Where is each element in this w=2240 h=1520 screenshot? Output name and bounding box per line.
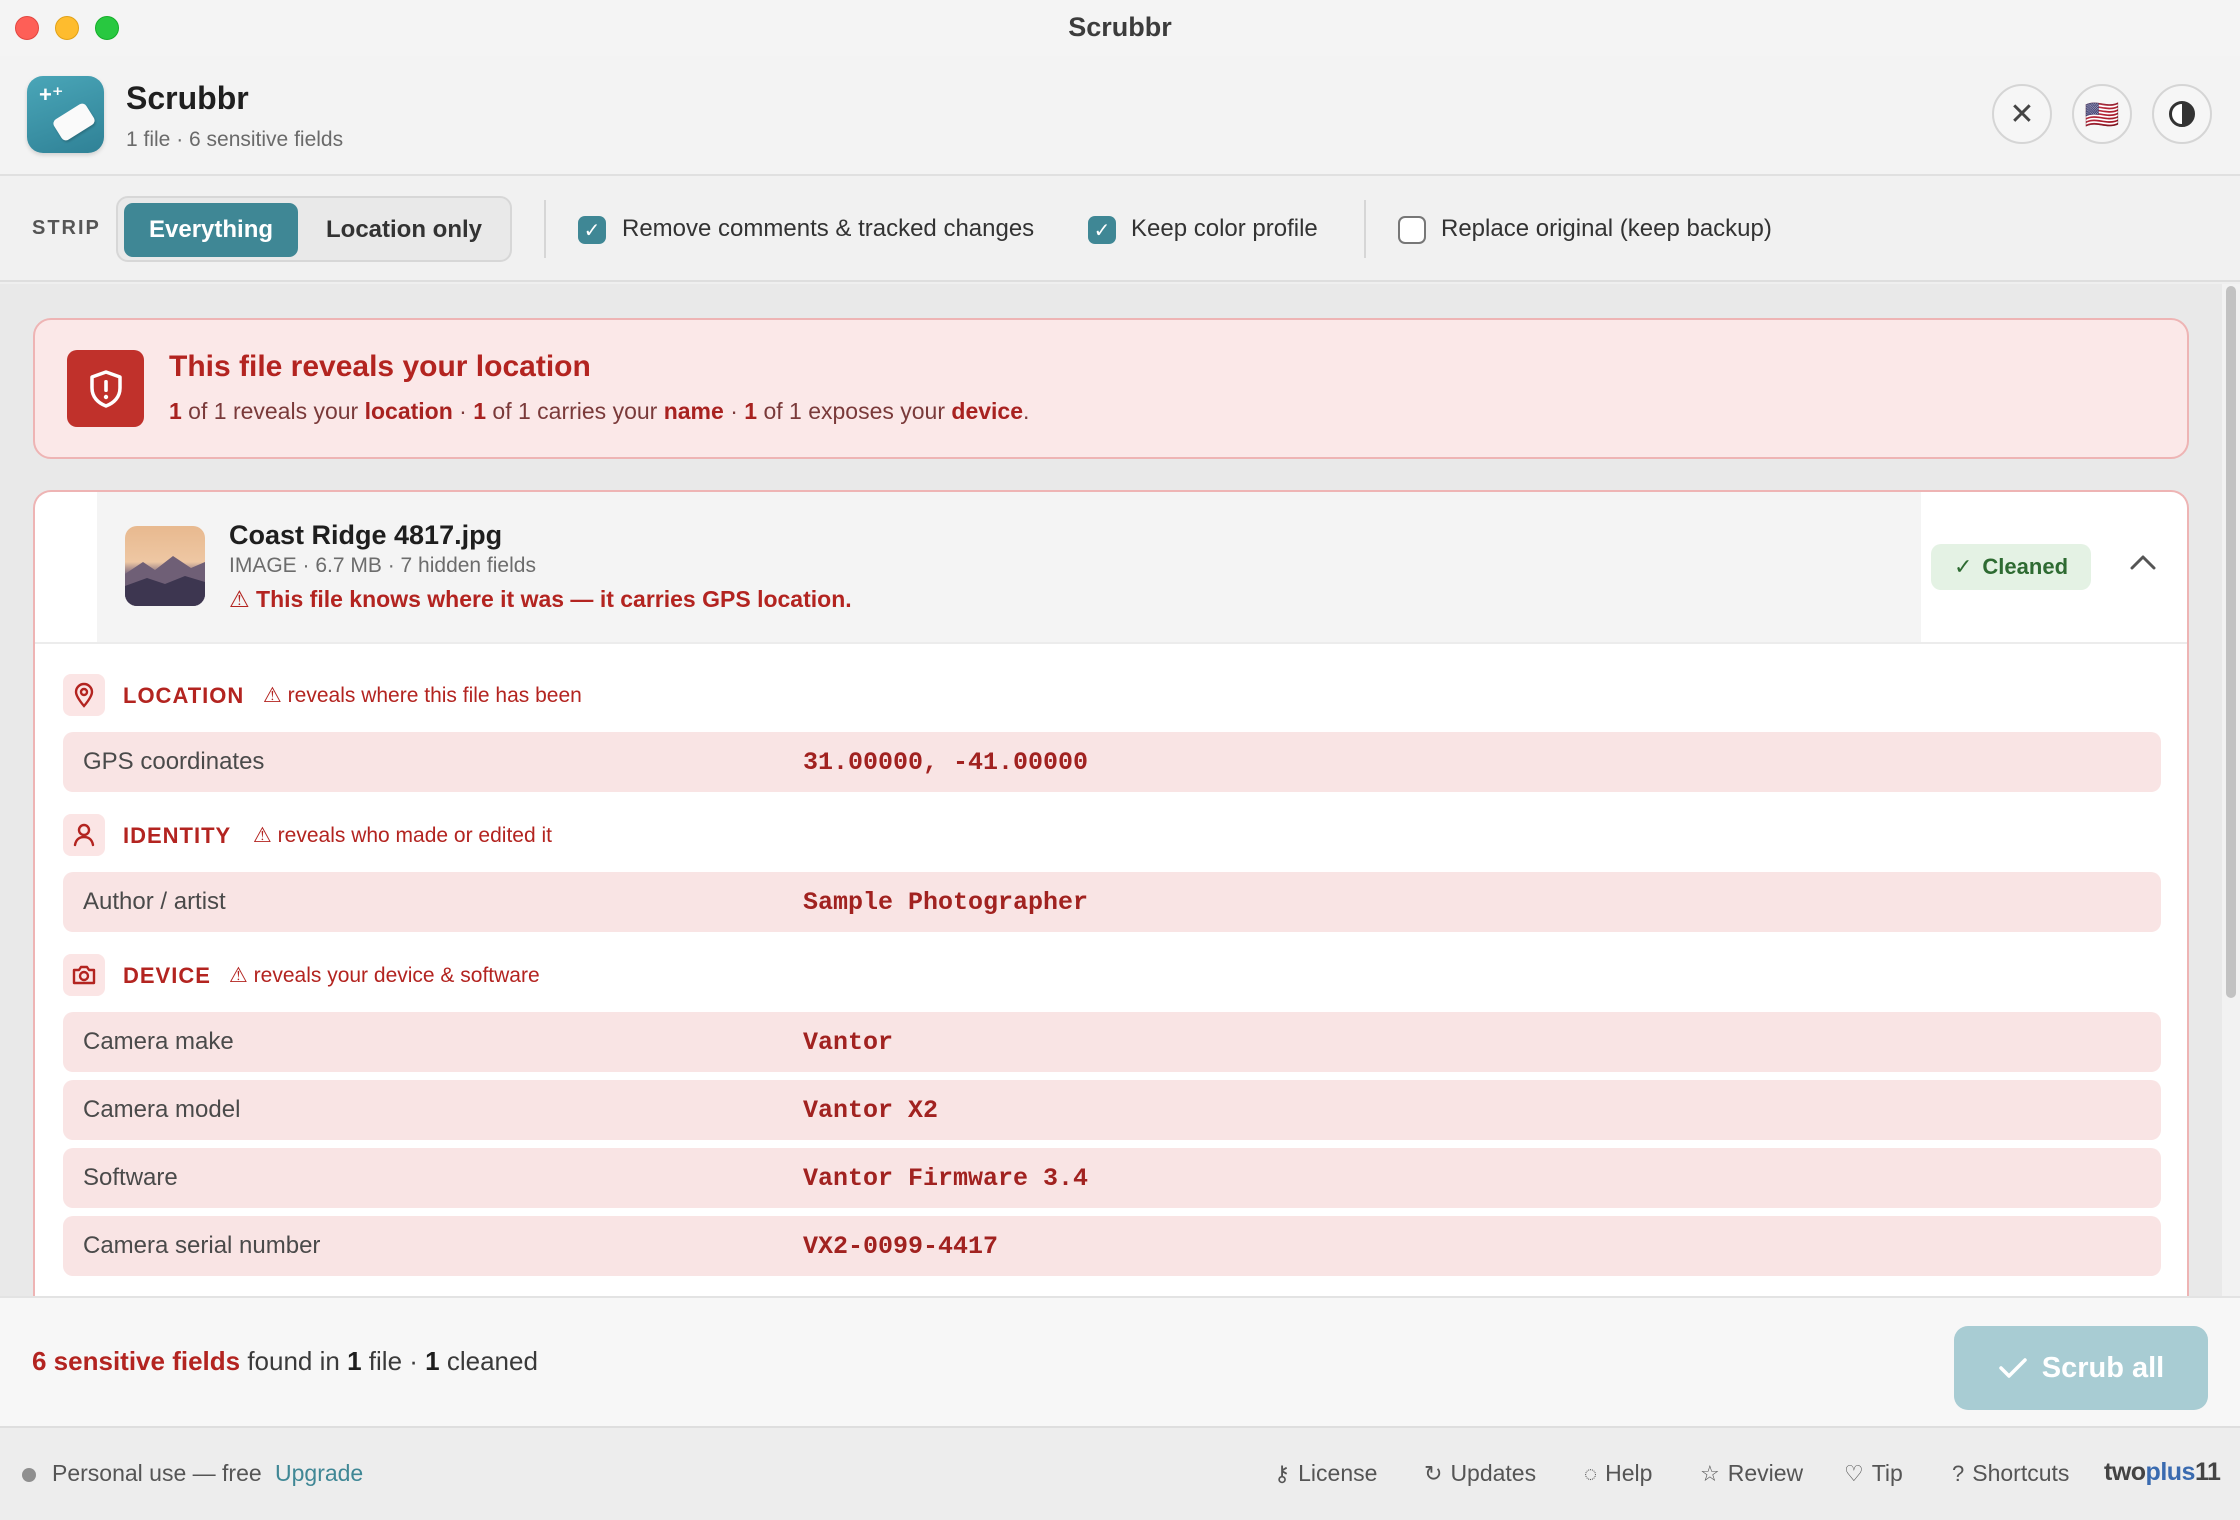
brand-logo[interactable]: twoplus11: [2104, 1458, 2221, 1487]
strip-label: STRIP: [32, 217, 101, 239]
chat-icon: ◌: [1584, 1461, 1598, 1486]
location-pin-icon: [63, 674, 105, 716]
remove-comments-label[interactable]: Remove comments & tracked changes: [622, 215, 1034, 243]
field-row: Camera model Vantor X2: [63, 1080, 2161, 1140]
heart-icon: ♡: [1844, 1461, 1864, 1486]
section-note-identity: ⚠ reveals who made or edited it: [253, 824, 552, 847]
help-link[interactable]: ◌ Help: [1584, 1460, 1652, 1487]
check-icon: ✓: [1953, 554, 1973, 579]
shortcuts-link[interactable]: ? Shortcuts: [1952, 1460, 2069, 1487]
footer-bar: 6 sensitive fields found in 1 file · 1 c…: [0, 1296, 2240, 1428]
key-icon: ⚷: [1274, 1461, 1291, 1486]
title-bar: Scrubbr: [0, 0, 2240, 56]
section-note-location: ⚠ reveals where this file has been: [263, 684, 582, 707]
keep-color-profile-label[interactable]: Keep color profile: [1131, 215, 1318, 243]
scan-summary: 6 sensitive fields found in 1 file · 1 c…: [32, 1346, 538, 1376]
star-icon: ☆: [1700, 1461, 1720, 1486]
options-toolbar: STRIP Everything Location only ✓ Remove …: [0, 176, 2240, 282]
field-row: Camera make Vantor: [63, 1012, 2161, 1072]
replace-original-label[interactable]: Replace original (keep backup): [1441, 215, 1772, 243]
tip-link[interactable]: ♡ Tip: [1844, 1460, 1903, 1487]
scrub-all-button[interactable]: Scrub all: [1954, 1326, 2208, 1410]
app-subtitle: 1 file · 6 sensitive fields: [126, 128, 344, 151]
results-scroll-area[interactable]: This file reveals your location 1 of 1 r…: [0, 284, 2240, 1296]
refresh-icon: ↻: [1424, 1461, 1443, 1486]
language-button[interactable]: 🇺🇸: [2072, 84, 2132, 144]
file-card: Coast Ridge 4817.jpg IMAGE · 6.7 MB · 7 …: [33, 490, 2189, 1296]
file-meta: IMAGE · 6.7 MB · 7 hidden fields: [229, 554, 536, 577]
file-warning: ⚠ This file knows where it was — it carr…: [229, 586, 852, 612]
alert-summary: 1 of 1 reveals your location · 1 of 1 ca…: [169, 398, 1030, 424]
theme-toggle-button[interactable]: [2152, 84, 2212, 144]
divider: [1364, 200, 1366, 258]
clear-button[interactable]: ✕: [1992, 84, 2052, 144]
strip-mode-segmented-control: Everything Location only: [116, 196, 512, 262]
field-row: GPS coordinates 31.00000, -41.00000: [63, 732, 2161, 792]
keep-color-profile-checkbox[interactable]: ✓: [1088, 216, 1116, 244]
review-link[interactable]: ☆ Review: [1700, 1460, 1803, 1487]
status-badge: ✓ Cleaned: [1931, 544, 2091, 590]
shield-alert-icon: [67, 350, 144, 427]
file-thumbnail: [125, 526, 205, 606]
chevron-up-icon: [2130, 555, 2156, 570]
remove-comments-checkbox[interactable]: ✓: [578, 216, 606, 244]
app-logo-icon: +⁺: [27, 76, 104, 153]
contrast-icon: [2169, 101, 2195, 127]
window-title: Scrubbr: [1068, 12, 1172, 42]
scrollbar-thumb[interactable]: [2226, 286, 2236, 998]
upgrade-link[interactable]: Upgrade: [275, 1460, 363, 1487]
section-note-device: ⚠ reveals your device & software: [229, 964, 540, 987]
person-icon: [63, 814, 105, 856]
updates-link[interactable]: ↻ Updates: [1424, 1460, 1536, 1487]
field-row: Software Vantor Firmware 3.4: [63, 1148, 2161, 1208]
status-dot: [22, 1468, 36, 1482]
warning-icon: ⚠: [229, 586, 250, 612]
mode-location-only[interactable]: Location only: [304, 203, 504, 257]
close-icon: ✕: [2009, 97, 2035, 131]
alert-title: This file reveals your location: [169, 350, 591, 383]
camera-icon: [63, 954, 105, 996]
mode-everything[interactable]: Everything: [124, 203, 298, 257]
location-alert-banner: This file reveals your location 1 of 1 r…: [33, 318, 2189, 459]
section-title-device: DEVICE: [123, 963, 211, 988]
app-header: +⁺ Scrubbr 1 file · 6 sensitive fields ✕…: [0, 56, 2240, 176]
field-row: Camera serial number VX2-0099-4417: [63, 1216, 2161, 1276]
section-title-location: LOCATION: [123, 683, 245, 708]
plan-label: Personal use — free: [52, 1460, 262, 1486]
license-link[interactable]: ⚷ License: [1274, 1460, 1377, 1487]
replace-original-checkbox[interactable]: [1398, 216, 1426, 244]
collapse-button[interactable]: [2121, 540, 2165, 584]
status-bar: Personal use — free Upgrade ⚷ License ↻ Up…: [0, 1428, 2240, 1520]
question-icon: ?: [1952, 1461, 1965, 1486]
file-name: Coast Ridge 4817.jpg: [229, 520, 503, 550]
divider: [544, 200, 546, 258]
section-title-identity: IDENTITY: [123, 823, 232, 848]
app-name: Scrubbr: [126, 80, 249, 116]
check-icon: [1999, 1358, 2027, 1378]
us-flag-icon: 🇺🇸: [2084, 98, 2120, 130]
field-row: Author / artist Sample Photographer: [63, 872, 2161, 932]
